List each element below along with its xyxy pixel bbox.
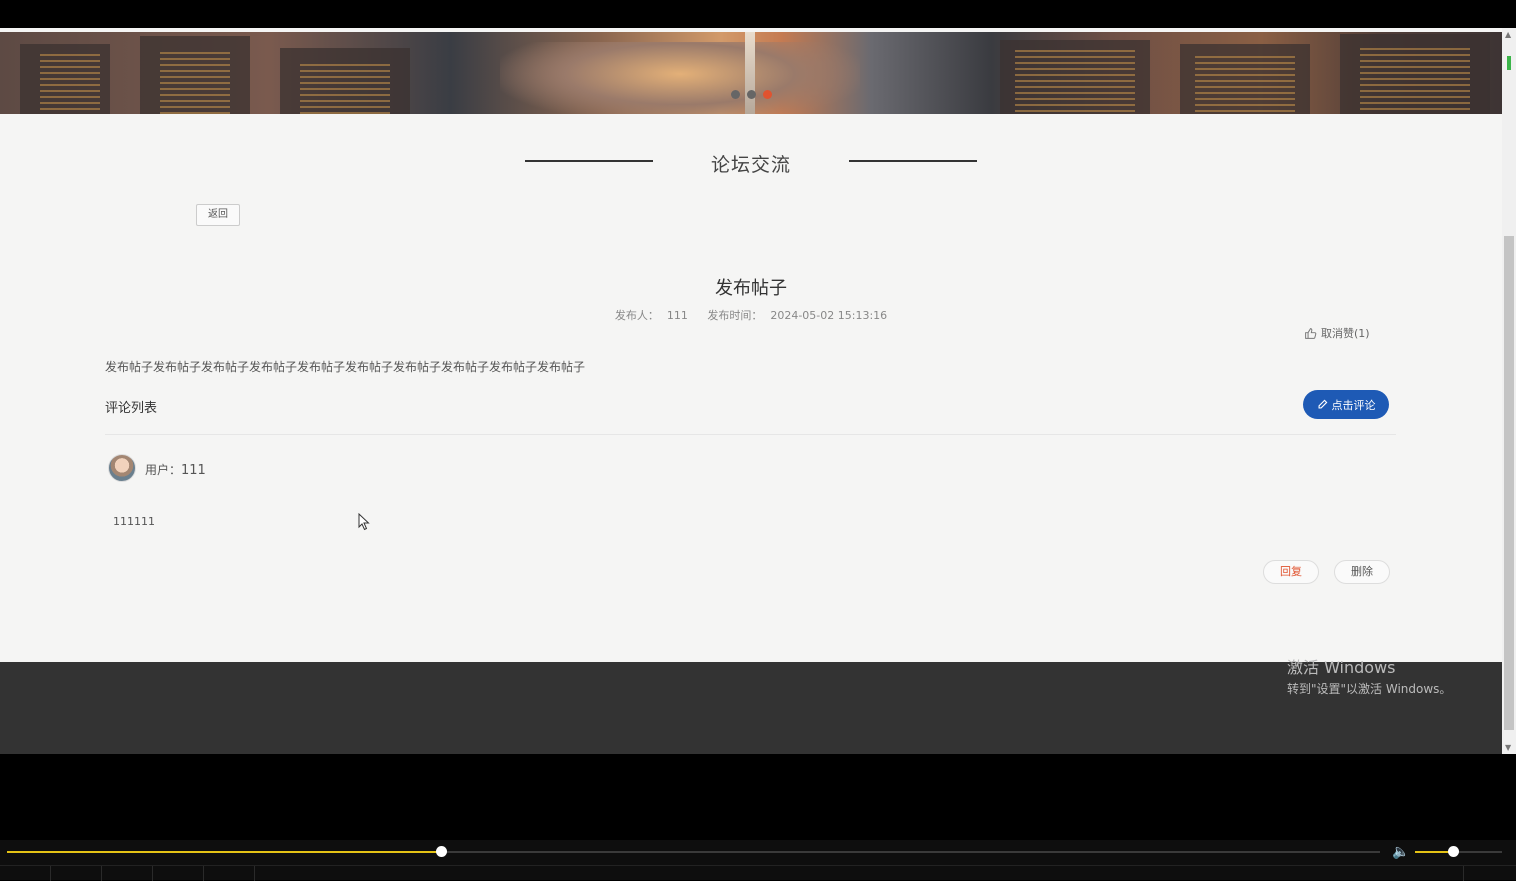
unlike-button[interactable]: 取消赞(1) bbox=[1304, 325, 1370, 341]
carousel-indicators bbox=[731, 90, 772, 99]
section-heading: 论坛交流 bbox=[0, 146, 1502, 182]
post-title: 发布帖子 bbox=[715, 278, 787, 299]
comments-divider bbox=[105, 434, 1396, 435]
comment-user: 用户：111 bbox=[145, 463, 206, 478]
scroll-position-marker bbox=[1507, 56, 1511, 70]
seek-progress-fill bbox=[7, 851, 441, 853]
section-title: 论坛交流 bbox=[710, 154, 791, 176]
scrollbar-thumb[interactable] bbox=[1504, 236, 1514, 730]
scroll-up-arrow-icon[interactable]: ▲ bbox=[1505, 30, 1511, 39]
hero-banner-image bbox=[0, 32, 1502, 114]
page-footer bbox=[0, 662, 1502, 754]
windows-activation-watermark: 激活 Windows 转到"设置"以激活 Windows。 bbox=[1287, 658, 1452, 696]
add-comment-button[interactable]: 点击评论 bbox=[1303, 390, 1389, 419]
carousel-dot[interactable] bbox=[731, 90, 740, 99]
comment-text: 111111 bbox=[113, 515, 155, 528]
thumbs-up-icon bbox=[1305, 327, 1317, 339]
avatar bbox=[108, 454, 136, 482]
web-page: 论坛交流 返回 发布帖子 发布人： 111 发布时间： 2024-05-02 15:… bbox=[0, 28, 1502, 754]
edit-icon bbox=[1318, 399, 1327, 409]
reply-button[interactable]: 回复 bbox=[1263, 560, 1319, 584]
like-label: 取消赞(1) bbox=[1321, 327, 1370, 340]
scroll-down-arrow-icon[interactable]: ▼ bbox=[1505, 743, 1511, 752]
heading-divider-right bbox=[849, 160, 977, 162]
video-letterbox bbox=[0, 754, 1516, 840]
seek-handle[interactable] bbox=[435, 846, 447, 857]
delete-button[interactable]: 删除 bbox=[1334, 560, 1390, 584]
carousel-dot-active[interactable] bbox=[763, 90, 772, 99]
vertical-scrollbar[interactable]: ▲ ▼ bbox=[1502, 28, 1516, 754]
post-author: 发布人： 111 bbox=[614, 309, 688, 322]
carousel-dot[interactable] bbox=[747, 90, 756, 99]
volume-slider[interactable] bbox=[1415, 846, 1502, 857]
video-player-controls: 🔈 bbox=[0, 840, 1516, 881]
post-meta: 发布人： 111 发布时间： 2024-05-02 15:13:16 bbox=[0, 307, 1502, 323]
post-content: 发布帖子发布帖子发布帖子发布帖子发布帖子发布帖子发布帖子发布帖子发布帖子发布帖子 bbox=[105, 360, 586, 374]
post-time: 发布时间： 2024-05-02 15:13:16 bbox=[707, 309, 888, 322]
top-black-bar bbox=[0, 0, 1516, 28]
comments-header: 评论列表 bbox=[105, 401, 158, 416]
mouse-cursor-icon bbox=[358, 513, 370, 531]
volume-handle[interactable] bbox=[1448, 846, 1460, 857]
volume-icon[interactable]: 🔈 bbox=[1392, 844, 1409, 860]
seek-bar[interactable] bbox=[7, 846, 1380, 857]
back-button[interactable]: 返回 bbox=[196, 204, 240, 226]
bottom-segment-strip bbox=[0, 865, 1516, 881]
